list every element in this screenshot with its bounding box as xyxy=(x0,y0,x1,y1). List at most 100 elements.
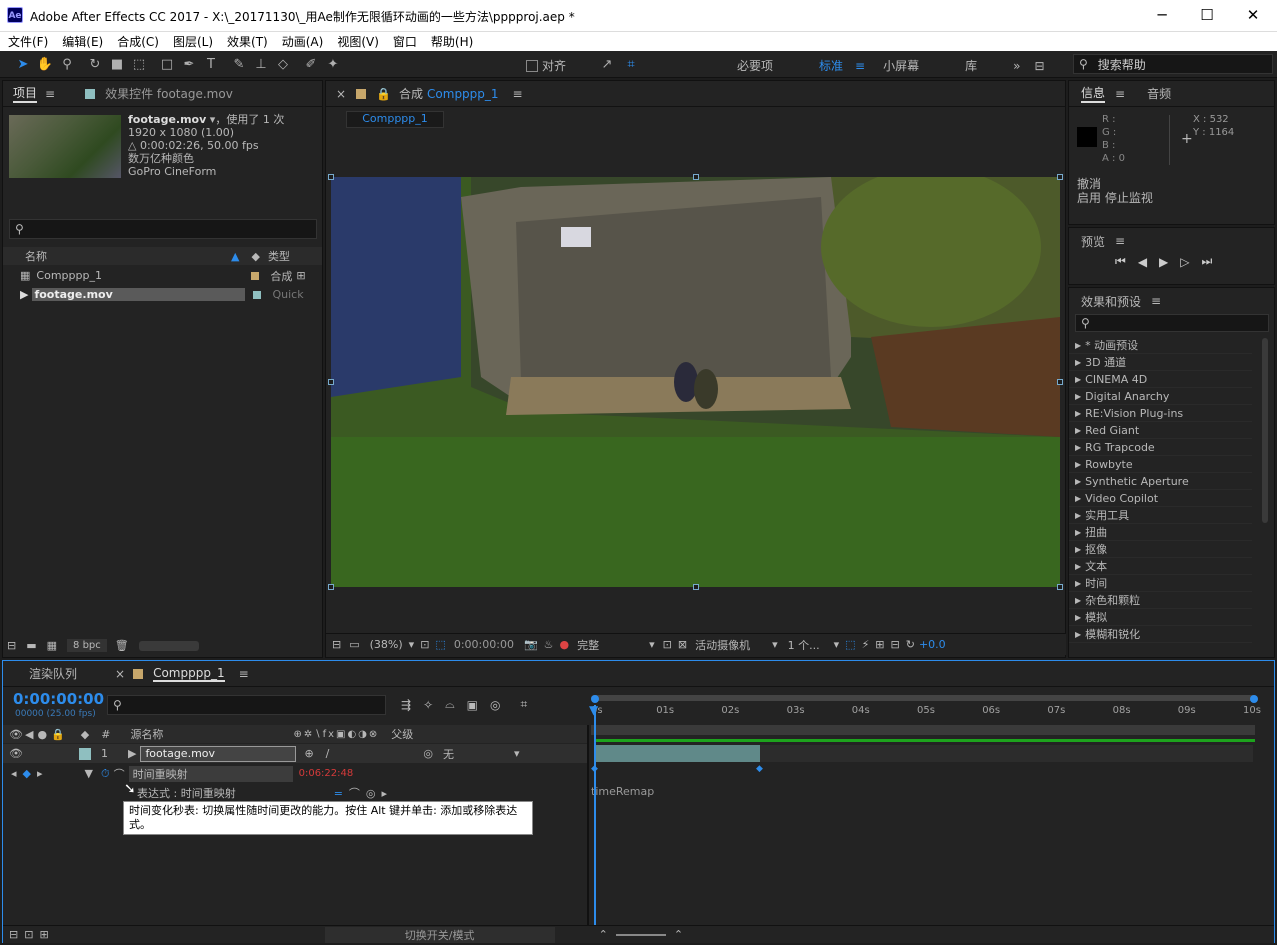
chevron-down-icon[interactable]: ▾ xyxy=(834,638,840,651)
tab-composition[interactable]: Compppp_1 xyxy=(427,87,499,101)
transparency-grid-icon[interactable]: ⊠ xyxy=(678,638,687,651)
graph-icon[interactable]: ⌒ xyxy=(114,766,125,782)
preview-menu-icon[interactable]: ≡ xyxy=(1115,234,1125,248)
new-comp-icon[interactable]: ▦ xyxy=(47,639,57,652)
always-preview-icon[interactable]: ⊟ xyxy=(332,638,341,651)
workspace-settings-icon[interactable]: ⊟ xyxy=(1034,59,1044,73)
align-checkbox[interactable] xyxy=(526,59,538,72)
close-tab-icon[interactable]: × xyxy=(336,87,346,101)
expression-pickwhip-icon[interactable]: ◎ xyxy=(366,787,376,800)
expand-triangle-icon[interactable]: ▶ xyxy=(1075,392,1081,401)
label-col-icon[interactable]: ◆ xyxy=(81,728,89,741)
frame-blending-icon[interactable]: ▣ xyxy=(467,698,478,712)
rotate-tool-icon[interactable]: ↻ xyxy=(84,53,106,75)
expand-triangle-icon[interactable]: ▶ xyxy=(1075,511,1081,520)
composition-viewer[interactable] xyxy=(331,177,1060,587)
expression-text[interactable]: timeRemap xyxy=(591,785,654,798)
shy-switch-icon[interactable]: ⊕ xyxy=(304,747,313,760)
toggle-mask-icon[interactable]: ⬚ xyxy=(435,638,445,651)
next-keyframe-icon[interactable]: ▸ xyxy=(37,767,43,780)
toggle-pixel-aspect-icon[interactable]: ⬚ xyxy=(845,638,855,651)
trash-icon[interactable]: 🗑 xyxy=(115,639,129,652)
list-item-footage[interactable]: ▶ footage.mov Quick xyxy=(3,285,322,304)
flowchart-icon[interactable]: ⊞ xyxy=(296,269,305,282)
parent-dropdown[interactable]: 无 xyxy=(443,746,454,762)
transform-handle[interactable] xyxy=(693,174,699,180)
property-row-time-remap[interactable]: ◂ ◆ ▸ ▼ ⏱ ⌒ 时间重映射 0:06:22:48 xyxy=(3,764,587,783)
solo-icon[interactable]: ● xyxy=(37,728,47,741)
lock-icon[interactable]: 🔒 xyxy=(51,728,65,741)
effects-category-item[interactable]: ▶ 实用工具 xyxy=(1069,507,1252,524)
chevron-down-icon[interactable]: ▾ xyxy=(514,747,520,760)
effects-category-item[interactable]: ▶ Synthetic Aperture xyxy=(1069,473,1252,490)
tab-timeline-comp[interactable]: Compppp_1 xyxy=(153,666,225,682)
menu-window[interactable]: 窗口 xyxy=(393,33,417,50)
menu-layer[interactable]: 图层(L) xyxy=(173,33,213,50)
audio-icon[interactable]: ◀ xyxy=(25,728,33,741)
property-value[interactable]: 0:06:22:48 xyxy=(299,768,354,779)
effects-category-item[interactable]: ▶ Digital Anarchy xyxy=(1069,388,1252,405)
effects-category-item[interactable]: ▶ 抠像 xyxy=(1069,541,1252,558)
effects-category-item[interactable]: ▶ 杂色和颗粒 xyxy=(1069,592,1252,609)
work-area-start-handle[interactable] xyxy=(591,695,599,703)
tab-project[interactable]: 项目 xyxy=(13,84,38,103)
column-divider[interactable] xyxy=(587,725,589,925)
selection-tool-icon[interactable]: ➤ xyxy=(12,53,34,75)
effects-scrollbar[interactable] xyxy=(1262,338,1268,523)
chevron-down-icon[interactable]: ▾ xyxy=(649,638,655,651)
transform-handle[interactable] xyxy=(1057,174,1063,180)
expression-graph-icon[interactable]: ⌒ xyxy=(349,785,360,801)
expand-triangle-icon[interactable]: ▶ xyxy=(1075,443,1081,452)
expand-triangle-icon[interactable]: ▶ xyxy=(1075,494,1081,503)
timeline-nav-bar[interactable] xyxy=(591,725,1255,735)
col-parent[interactable]: 父级 xyxy=(391,726,413,742)
transform-handle[interactable] xyxy=(1057,584,1063,590)
search-help-input[interactable]: 搜索帮助 xyxy=(1098,56,1146,73)
expand-triangle-icon[interactable]: ▶ xyxy=(1075,460,1081,469)
expand-triangle-icon[interactable]: ▶ xyxy=(1075,562,1081,571)
show-snapshot-icon[interactable]: ♨ xyxy=(544,638,554,651)
layer-duration-bar[interactable] xyxy=(595,745,760,762)
work-area-bar[interactable] xyxy=(591,695,1255,701)
expand-triangle-icon[interactable]: ▶ xyxy=(1075,375,1081,384)
transfer-controls-icon[interactable]: ⊡ xyxy=(24,928,33,941)
puppet-tool-icon[interactable]: ✦ xyxy=(322,53,344,75)
comp-breadcrumb[interactable]: Compppp_1 xyxy=(346,111,444,128)
effects-category-item[interactable]: ▶ 时间 xyxy=(1069,575,1252,592)
zoom-slider[interactable] xyxy=(615,933,666,936)
tab-audio[interactable]: 音频 xyxy=(1147,85,1171,102)
workspace-menu-icon[interactable]: ≡ xyxy=(855,59,865,73)
expand-triangle-icon[interactable]: ▶ xyxy=(1075,613,1081,622)
prev-keyframe-icon[interactable]: ◂ xyxy=(11,767,17,780)
snap-options-icon[interactable]: ⌗ xyxy=(620,53,642,75)
expand-triangle-icon[interactable]: ▶ xyxy=(1075,630,1081,639)
clone-stamp-tool-icon[interactable]: ⊥ xyxy=(250,53,272,75)
expand-triangle-icon[interactable]: ▶ xyxy=(1075,528,1081,537)
layer-row[interactable]: 👁 1 ▶ footage.mov ⊕ ∕ ◎ 无 ▾ xyxy=(3,744,587,763)
reset-exposure-icon[interactable]: ↻ xyxy=(906,638,915,651)
graph-editor-icon[interactable]: ⌗ xyxy=(520,697,527,712)
maximize-button[interactable]: ☐ xyxy=(1192,6,1222,24)
current-timecode[interactable]: 0:00:00:00 xyxy=(13,690,104,708)
workspace-small-screen[interactable]: 小屏幕 xyxy=(883,57,919,74)
prev-frame-icon[interactable]: ◀ xyxy=(1138,255,1147,269)
tab-render-queue[interactable]: 渲染队列 xyxy=(29,665,77,682)
expand-triangle-icon[interactable]: ▶ xyxy=(1075,545,1081,554)
expand-triangle-icon[interactable]: ▶ xyxy=(1075,358,1081,367)
quality-switch-icon[interactable]: ∕ xyxy=(326,747,330,760)
tab-effect-controls[interactable]: 效果控件 footage.mov xyxy=(105,85,233,102)
stopwatch-icon[interactable]: ⏱ xyxy=(101,767,110,781)
camera-dropdown[interactable]: 活动摄像机 xyxy=(695,637,750,653)
timeline-icon[interactable]: ⊞ xyxy=(875,638,884,651)
resolution-dropdown[interactable]: 完整 xyxy=(577,637,599,653)
comp-mini-flowchart-icon[interactable]: ⇶ xyxy=(401,698,411,712)
brush-tool-icon[interactable]: ✎ xyxy=(228,53,250,75)
add-keyframe-icon[interactable]: ◆ xyxy=(23,767,31,780)
layer-name[interactable]: footage.mov xyxy=(140,745,297,762)
menu-file[interactable]: 文件(F) xyxy=(8,33,48,50)
menu-effect[interactable]: 效果(T) xyxy=(227,33,268,50)
close-tab-icon[interactable]: × xyxy=(115,667,125,681)
project-search-input[interactable]: ⚲ xyxy=(9,219,317,239)
hand-tool-icon[interactable]: ✋ xyxy=(34,53,56,75)
views-dropdown[interactable]: 1 个... xyxy=(788,637,820,653)
